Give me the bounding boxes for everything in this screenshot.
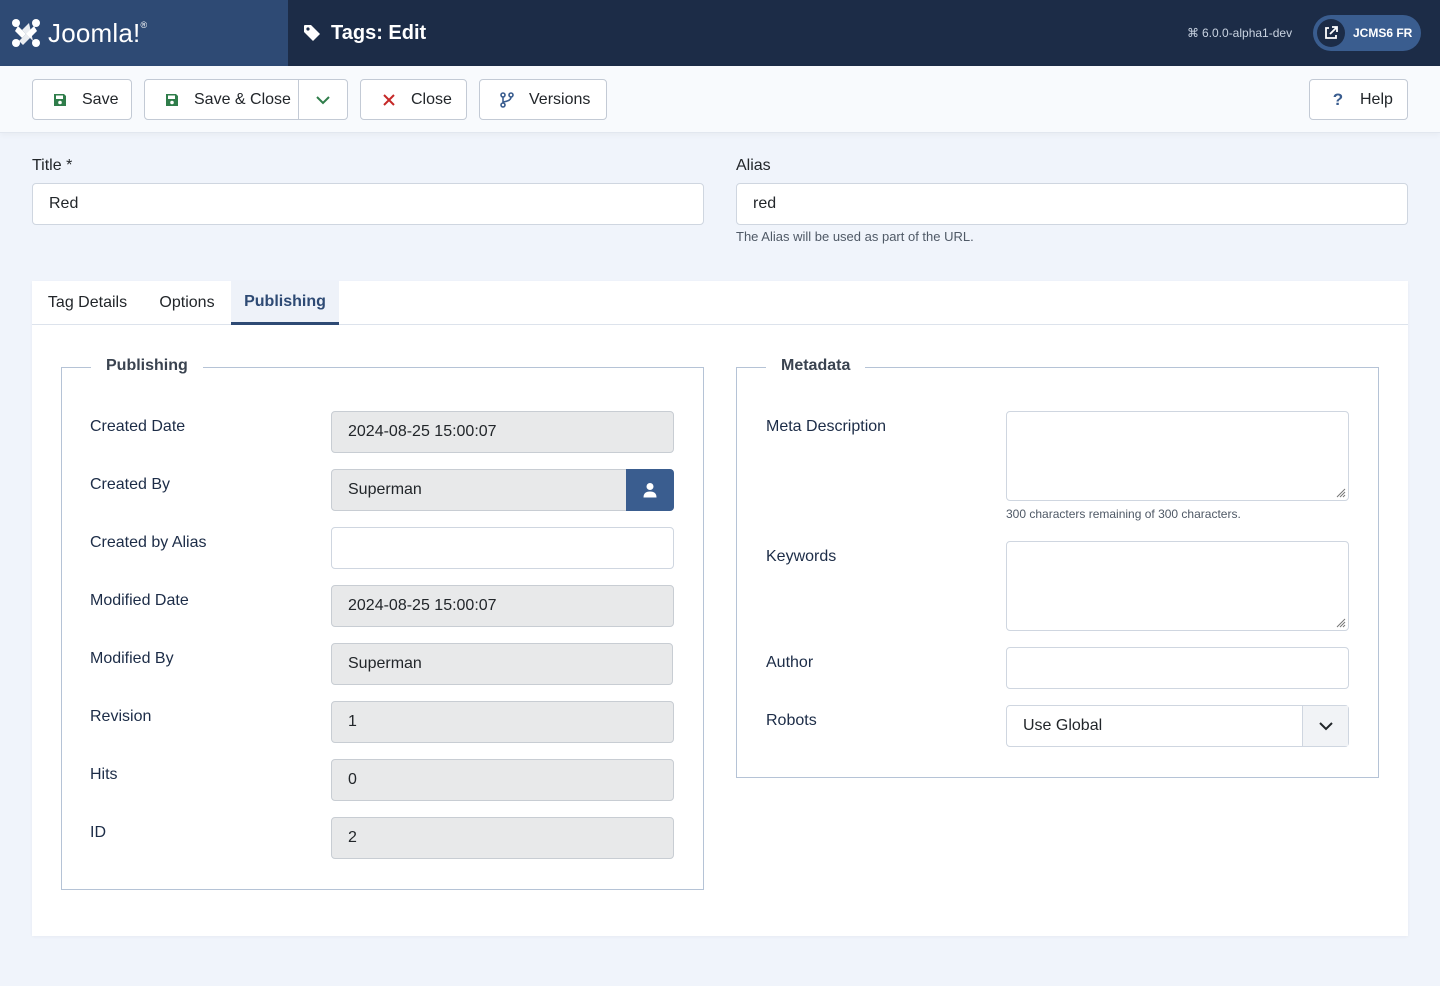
created-by-alias-input[interactable] — [331, 527, 674, 569]
chevron-down-icon — [1302, 706, 1348, 746]
joomla-logo[interactable]: Joomla!® — [0, 0, 288, 66]
site-link-label: JCMS6 FR — [1353, 26, 1413, 40]
hits-field[interactable]: 0 — [331, 759, 674, 801]
tag-icon — [304, 25, 320, 41]
robots-selected-value: Use Global — [1023, 717, 1103, 734]
select-user-button[interactable] — [626, 469, 674, 511]
modified-date-field[interactable]: 2024-08-25 15:00:07 — [331, 585, 674, 627]
tabs-card: Tag Details Options Publishing Publishin… — [32, 281, 1408, 936]
tab-tag-details[interactable]: Tag Details — [32, 281, 143, 325]
question-icon: ? — [1332, 89, 1344, 109]
title-input[interactable]: Red — [32, 183, 704, 225]
alias-hint: The Alias will be used as part of the UR… — [736, 229, 974, 244]
id-field[interactable]: 2 — [331, 817, 674, 859]
save-close-button[interactable]: Save & Close — [144, 79, 299, 120]
tab-options[interactable]: Options — [143, 281, 231, 325]
alias-input[interactable]: red — [736, 183, 1408, 225]
external-link-icon — [1317, 19, 1345, 47]
versions-label: Versions — [529, 90, 591, 108]
meta-description-hint: 300 characters remaining of 300 characte… — [1006, 507, 1241, 521]
code-branch-icon — [499, 91, 515, 108]
site-link-button[interactable]: JCMS6 FR — [1313, 15, 1421, 51]
app-header: Joomla!® Tags: Edit ⌘ 6.0.0-alpha1-dev J… — [0, 0, 1440, 66]
hits-label: Hits — [90, 766, 118, 783]
revision-field[interactable]: 1 — [331, 701, 674, 743]
modified-by-label: Modified By — [90, 650, 174, 667]
save-label: Save — [82, 90, 119, 108]
version-text: 6.0.0-alpha1-dev — [1202, 26, 1293, 40]
resize-handle-icon[interactable] — [1334, 486, 1346, 498]
close-icon — [381, 92, 397, 108]
user-icon — [643, 483, 657, 498]
page-title: Tags: Edit — [303, 0, 426, 66]
joomla-small-icon: ⌘ — [1187, 26, 1199, 40]
created-by-alias-label: Created by Alias — [90, 534, 207, 551]
created-by-label: Created By — [90, 476, 171, 493]
meta-description-label: Meta Description — [766, 418, 887, 435]
robots-label: Robots — [766, 712, 817, 729]
robots-select[interactable]: Use Global — [1006, 705, 1349, 747]
version-info: ⌘ 6.0.0-alpha1-dev — [1187, 0, 1292, 66]
author-label: Author — [766, 654, 814, 671]
brand-name: Joomla!® — [48, 17, 148, 48]
tab-publishing[interactable]: Publishing — [231, 281, 339, 325]
toolbar: Save Save & Close Close Versions ? Help — [0, 66, 1440, 133]
tab-list: Tag Details Options Publishing — [32, 281, 1408, 325]
close-label: Close — [411, 90, 452, 108]
meta-description-textarea[interactable] — [1006, 411, 1349, 501]
metadata-legend: Metadata — [766, 357, 866, 375]
created-date-field[interactable]: 2024-08-25 15:00:07 — [331, 411, 674, 453]
id-label: ID — [90, 824, 106, 841]
created-date-label: Created Date — [90, 418, 186, 435]
title-label: Title * — [32, 157, 73, 174]
close-button[interactable]: Close — [360, 79, 467, 120]
page-title-text: Tags: Edit — [331, 21, 427, 44]
help-button[interactable]: ? Help — [1309, 79, 1408, 120]
created-by-field[interactable]: Superman — [331, 469, 627, 511]
help-label: Help — [1360, 90, 1393, 108]
save-options-dropdown[interactable] — [298, 79, 348, 120]
save-button[interactable]: Save — [32, 79, 132, 120]
keywords-label: Keywords — [766, 548, 837, 565]
save-icon — [52, 92, 68, 108]
author-input[interactable] — [1006, 647, 1349, 689]
versions-button[interactable]: Versions — [479, 79, 607, 120]
alias-label: Alias — [736, 157, 771, 174]
modified-date-label: Modified Date — [90, 592, 189, 609]
publishing-legend: Publishing — [91, 357, 203, 375]
joomla-logo-icon — [12, 19, 40, 47]
resize-handle-icon[interactable] — [1334, 616, 1346, 628]
modified-by-field[interactable]: Superman — [331, 643, 673, 685]
keywords-textarea[interactable] — [1006, 541, 1349, 631]
chevron-down-icon — [316, 95, 330, 104]
save-icon — [164, 92, 180, 108]
revision-label: Revision — [90, 708, 152, 725]
save-close-label: Save & Close — [194, 90, 291, 108]
